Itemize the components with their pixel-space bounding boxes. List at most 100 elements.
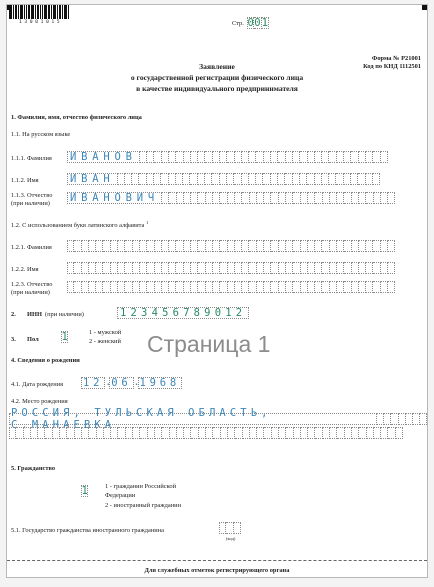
empty-cell[interactable] bbox=[96, 240, 104, 252]
empty-cell[interactable] bbox=[270, 173, 279, 185]
empty-cell[interactable] bbox=[380, 151, 388, 163]
empty-cell[interactable] bbox=[329, 173, 337, 185]
empty-cell[interactable] bbox=[278, 262, 286, 274]
empty-cell[interactable] bbox=[358, 262, 367, 274]
empty-cell[interactable] bbox=[16, 427, 24, 439]
birth-place-cells[interactable]: РОССИЯ, ТУЛЬСКАЯ ОБЛАСТЬ, С.МАНАЕВКА bbox=[9, 407, 427, 431]
empty-cell[interactable] bbox=[205, 173, 213, 185]
empty-cell[interactable] bbox=[96, 427, 104, 439]
empty-cell[interactable] bbox=[344, 427, 352, 439]
empty-cell[interactable] bbox=[67, 427, 75, 439]
empty-cell[interactable] bbox=[169, 427, 177, 439]
empty-cell[interactable] bbox=[212, 151, 220, 163]
empty-cell[interactable] bbox=[198, 281, 206, 293]
empty-cell[interactable] bbox=[358, 151, 366, 163]
empty-cell[interactable] bbox=[388, 281, 396, 293]
empty-cell[interactable] bbox=[365, 173, 373, 185]
empty-cell[interactable] bbox=[161, 262, 170, 274]
empty-cell[interactable] bbox=[242, 281, 250, 293]
empty-cell[interactable] bbox=[308, 427, 316, 439]
empty-cell[interactable] bbox=[248, 173, 257, 185]
empty-cell[interactable] bbox=[300, 262, 308, 274]
empty-cell[interactable] bbox=[183, 240, 192, 252]
empty-cell[interactable] bbox=[234, 281, 243, 293]
empty-cell[interactable] bbox=[329, 192, 338, 204]
empty-cell[interactable] bbox=[249, 240, 257, 252]
empty-cell[interactable] bbox=[88, 281, 97, 293]
empty-cell[interactable] bbox=[307, 173, 315, 185]
empty-cell[interactable] bbox=[176, 151, 184, 163]
empty-cell[interactable] bbox=[147, 427, 155, 439]
empty-cell[interactable] bbox=[234, 192, 243, 204]
empty-cell[interactable] bbox=[139, 173, 147, 185]
empty-cell[interactable] bbox=[336, 173, 344, 185]
empty-cell[interactable] bbox=[110, 262, 119, 274]
empty-cell[interactable] bbox=[117, 173, 125, 185]
empty-cell[interactable] bbox=[67, 240, 75, 252]
empty-cell[interactable] bbox=[300, 151, 308, 163]
empty-cell[interactable] bbox=[293, 281, 301, 293]
empty-cell[interactable] bbox=[220, 240, 228, 252]
empty-cell[interactable] bbox=[351, 281, 359, 293]
empty-cell[interactable] bbox=[336, 240, 345, 252]
empty-cell[interactable] bbox=[330, 427, 338, 439]
empty-cell[interactable] bbox=[184, 427, 192, 439]
name-cells[interactable]: ИВАН bbox=[67, 173, 381, 185]
empty-cell[interactable] bbox=[300, 427, 309, 439]
empty-cell[interactable] bbox=[343, 173, 351, 185]
empty-cell[interactable] bbox=[103, 427, 112, 439]
empty-cell[interactable] bbox=[96, 281, 104, 293]
surname-cells[interactable]: ИВАНОВ bbox=[67, 151, 388, 163]
empty-cell[interactable] bbox=[67, 281, 75, 293]
empty-cell[interactable] bbox=[285, 173, 293, 185]
empty-cell[interactable] bbox=[293, 192, 301, 204]
empty-cell[interactable] bbox=[344, 240, 352, 252]
empty-cell[interactable] bbox=[388, 262, 396, 274]
empty-cell[interactable] bbox=[256, 240, 265, 252]
empty-cell[interactable] bbox=[380, 281, 389, 293]
empty-cell[interactable] bbox=[322, 262, 330, 274]
empty-cell[interactable] bbox=[329, 281, 337, 293]
empty-cell[interactable] bbox=[315, 192, 323, 204]
empty-cell[interactable] bbox=[256, 281, 265, 293]
empty-cell[interactable] bbox=[264, 240, 272, 252]
empty-cell[interactable] bbox=[147, 281, 155, 293]
empty-cell[interactable] bbox=[373, 427, 382, 439]
empty-cell[interactable] bbox=[227, 240, 235, 252]
empty-cell[interactable] bbox=[110, 281, 119, 293]
empty-cell[interactable] bbox=[256, 262, 265, 274]
empty-cell[interactable] bbox=[314, 173, 322, 185]
empty-cell[interactable] bbox=[336, 151, 345, 163]
inn-cells[interactable]: 123456789012 bbox=[117, 307, 250, 319]
empty-cell[interactable] bbox=[9, 427, 17, 439]
empty-cell[interactable] bbox=[227, 262, 235, 274]
empty-cell[interactable] bbox=[271, 281, 279, 293]
empty-cell[interactable] bbox=[300, 281, 308, 293]
empty-cell[interactable] bbox=[322, 240, 330, 252]
empty-cell[interactable] bbox=[233, 522, 241, 534]
empty-cell[interactable] bbox=[161, 192, 170, 204]
empty-cell[interactable] bbox=[358, 281, 367, 293]
empty-cell[interactable] bbox=[183, 173, 191, 185]
empty-cell[interactable] bbox=[351, 262, 359, 274]
empty-cell[interactable] bbox=[89, 427, 97, 439]
empty-cell[interactable] bbox=[278, 427, 287, 439]
empty-cell[interactable] bbox=[227, 281, 235, 293]
empty-cell[interactable] bbox=[235, 427, 243, 439]
empty-cell[interactable] bbox=[74, 427, 82, 439]
empty-cell[interactable] bbox=[161, 173, 169, 185]
empty-cell[interactable] bbox=[212, 240, 221, 252]
empty-cell[interactable] bbox=[132, 240, 140, 252]
empty-cell[interactable] bbox=[322, 281, 330, 293]
empty-cell[interactable] bbox=[242, 427, 250, 439]
empty-cell[interactable] bbox=[292, 151, 301, 163]
empty-cell[interactable] bbox=[132, 173, 140, 185]
empty-cell[interactable] bbox=[205, 281, 213, 293]
empty-cell[interactable] bbox=[23, 427, 31, 439]
empty-cell[interactable] bbox=[205, 262, 213, 274]
empty-cell[interactable] bbox=[74, 262, 82, 274]
empty-cell[interactable] bbox=[125, 427, 134, 439]
empty-cell[interactable] bbox=[285, 281, 294, 293]
empty-cell[interactable] bbox=[154, 262, 162, 274]
empty-cell[interactable] bbox=[315, 262, 323, 274]
